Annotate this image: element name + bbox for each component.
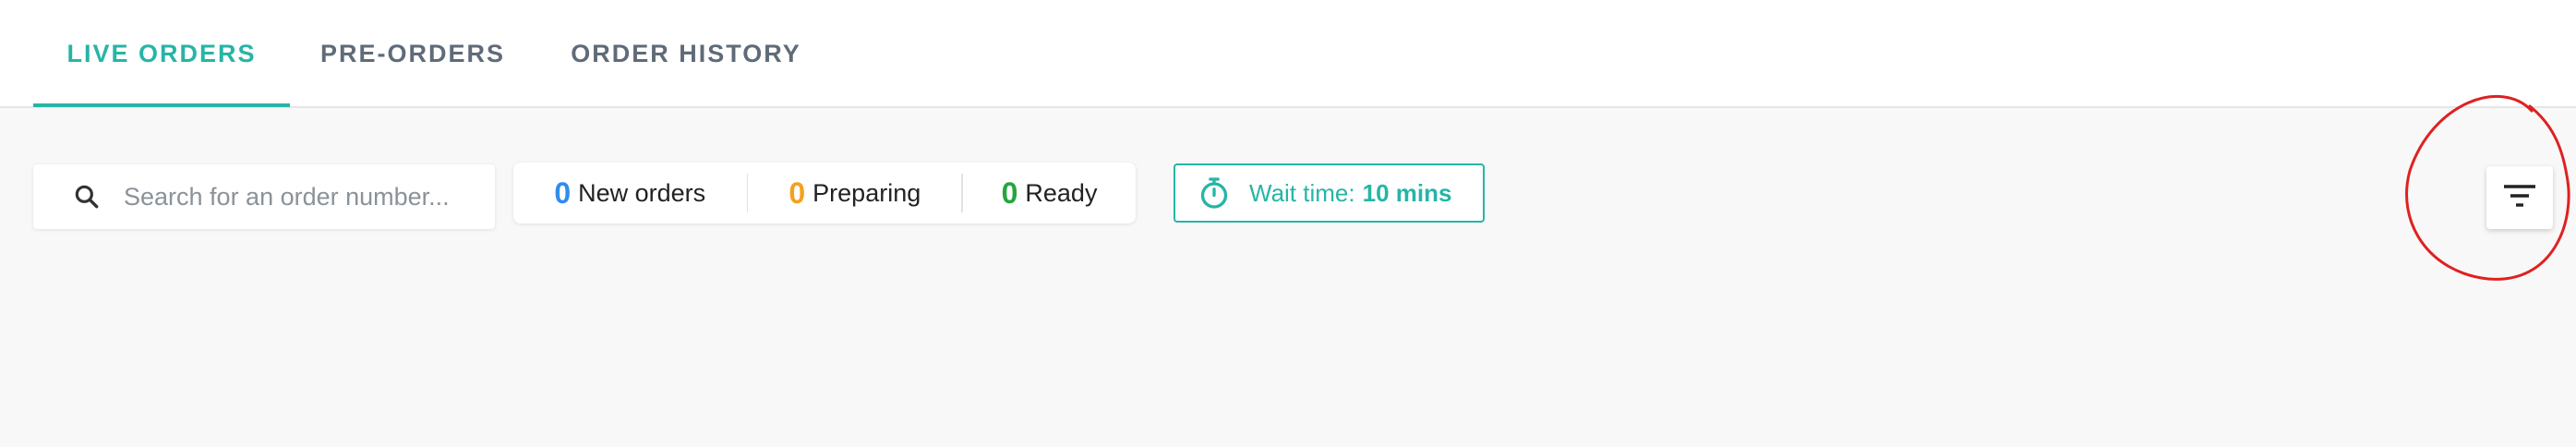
wait-time-button[interactable]: Wait time: 10 mins: [1174, 163, 1485, 223]
filter-icon: [2501, 182, 2538, 214]
ready-value: 0: [1001, 175, 1018, 210]
ready-label: Ready: [1025, 178, 1098, 207]
preparing-value: 0: [788, 175, 806, 210]
tab-label: LIVE ORDERS: [66, 40, 257, 67]
tab-order-history[interactable]: ORDER HISTORY: [536, 0, 837, 108]
filter-button[interactable]: [2486, 166, 2553, 229]
tab-bar: LIVE ORDERS PRE-ORDERS ORDER HISTORY: [0, 0, 2576, 108]
wait-time-value: 10 mins: [1362, 178, 1452, 207]
order-search: [33, 164, 495, 229]
order-counts: 0 New orders 0 Preparing 0 Ready: [513, 163, 1136, 224]
stopwatch-icon: [1196, 175, 1233, 211]
tab-pre-orders[interactable]: PRE-ORDERS: [290, 0, 536, 108]
preparing-label: Preparing: [813, 178, 921, 207]
ready-count: 0 Ready: [963, 163, 1136, 224]
tab-live-orders[interactable]: LIVE ORDERS: [33, 0, 290, 108]
preparing-count: 0 Preparing: [748, 163, 961, 224]
search-icon: [68, 178, 105, 215]
tab-label: ORDER HISTORY: [571, 40, 801, 67]
tab-label: PRE-ORDERS: [319, 40, 506, 67]
new-orders-label: New orders: [578, 178, 706, 207]
new-orders-count: 0 New orders: [513, 163, 747, 224]
active-tab-indicator: [33, 103, 290, 107]
search-input[interactable]: [124, 182, 475, 211]
new-orders-value: 0: [554, 175, 572, 210]
wait-time-label: Wait time:: [1249, 178, 1355, 207]
